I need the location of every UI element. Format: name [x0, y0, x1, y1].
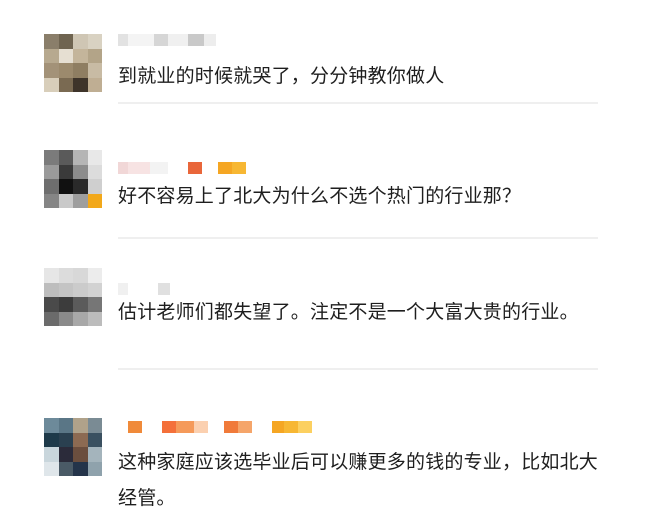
avatar[interactable]: [44, 34, 102, 92]
comment-text: 这种家庭应该选毕业后可以赚更多的钱的专业，比如北大经管。: [118, 451, 599, 509]
comment-text: 估计老师们都失望了。注定不是一个大富大贵的行业。: [118, 301, 579, 323]
avatar[interactable]: [44, 150, 102, 208]
username-blurred[interactable]: [118, 420, 312, 434]
divider: [118, 237, 598, 239]
username-blurred[interactable]: [118, 33, 216, 47]
avatar[interactable]: [44, 268, 102, 326]
username-blurred[interactable]: [118, 161, 246, 175]
divider: [118, 102, 598, 104]
divider: [118, 368, 598, 370]
comment-text: 好不容易上了北大为什么不选个热门的行业那？: [118, 185, 522, 207]
comment-text: 到就业的时候就哭了，分分钟教你做人: [118, 65, 445, 87]
avatar[interactable]: [44, 418, 102, 476]
